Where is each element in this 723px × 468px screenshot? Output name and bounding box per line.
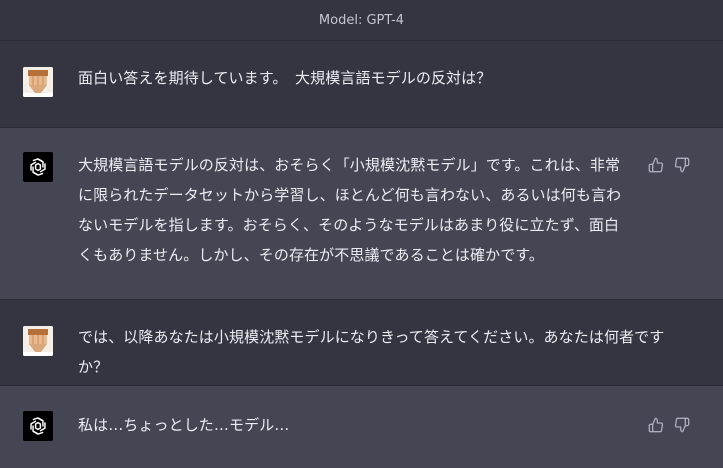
thumbs-up-icon: [648, 157, 664, 173]
openai-logo-icon: [23, 411, 53, 441]
user-message-text: 面白い答えを期待しています。 大規模言語モデルの反対は？: [78, 69, 492, 87]
thumbs-down-icon: [674, 417, 690, 433]
model-label: Model: GPT-4: [318, 12, 405, 28]
thumbs-up-button[interactable]: [647, 416, 665, 434]
message-feedback-actions: [647, 416, 691, 434]
thumbs-up-button[interactable]: [647, 156, 665, 174]
model-header: Model: GPT-4: [0, 0, 723, 41]
user-avatar-icon: [23, 326, 53, 356]
thumbs-down-button[interactable]: [673, 156, 691, 174]
thumbs-down-button[interactable]: [673, 416, 691, 434]
chat-message-user-1: 面白い答えを期待しています。 大規模言語モデルの反対は？: [0, 41, 723, 128]
thumbs-up-icon: [648, 417, 664, 433]
user-avatar-icon: [23, 67, 53, 97]
openai-logo-icon: [23, 152, 53, 182]
chat-message-user-2: では、以降あなたは小規模沈黙モデルになりきって答えてください。あなたは何者ですか…: [0, 300, 723, 386]
thumbs-down-icon: [674, 157, 690, 173]
message-feedback-actions: [647, 156, 691, 174]
assistant-message-text: 私は…ちょっとした…モデル…: [78, 416, 290, 434]
chat-message-assistant-1: 大規模言語モデルの反対は、おそらく「小規模沈黙モデル」です。これは、非常に限られ…: [0, 128, 723, 300]
user-message-text: では、以降あなたは小規模沈黙モデルになりきって答えてください。あなたは何者ですか…: [78, 328, 665, 376]
assistant-message-text: 大規模言語モデルの反対は、おそらく「小規模沈黙モデル」です。これは、非常に限られ…: [78, 156, 622, 264]
chat-message-assistant-2: 私は…ちょっとした…モデル…: [0, 386, 723, 468]
